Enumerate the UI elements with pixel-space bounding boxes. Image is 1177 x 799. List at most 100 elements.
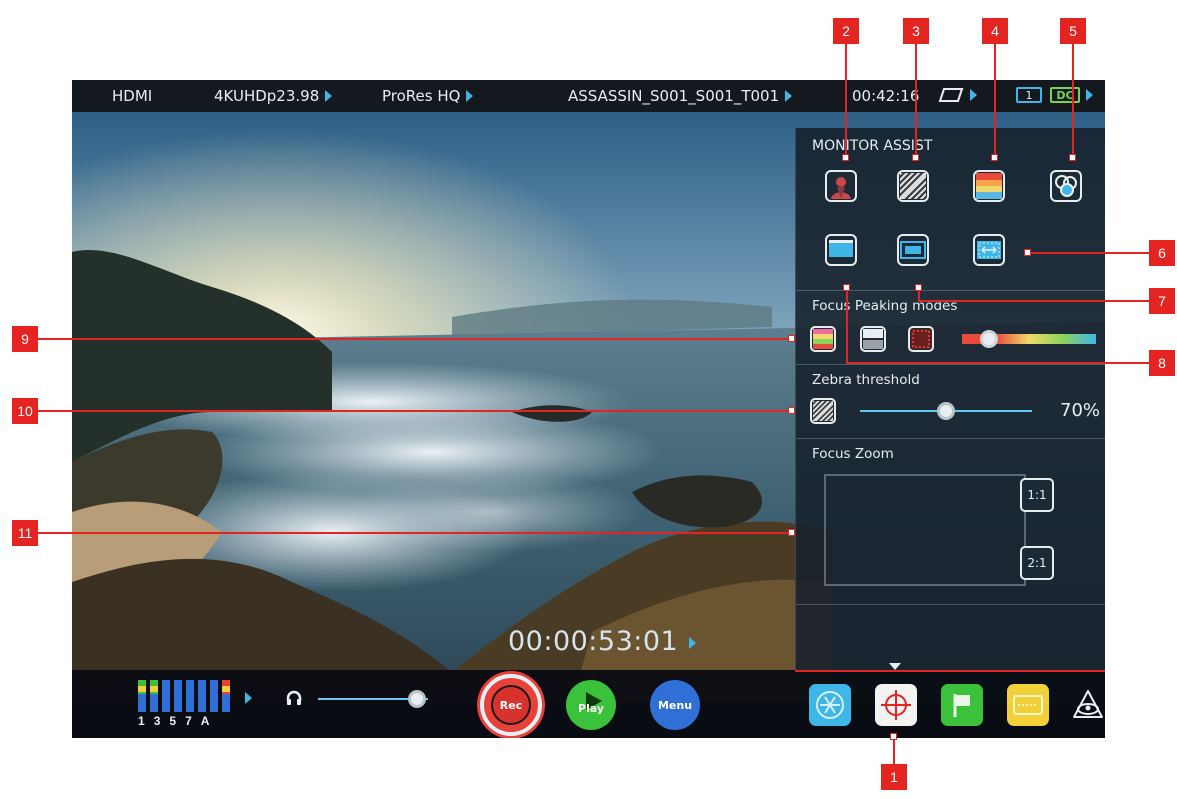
callout-anchor	[1024, 249, 1031, 256]
color-channels-button[interactable]	[1050, 170, 1082, 202]
input-source[interactable]: HDMI	[112, 87, 152, 105]
zebra-threshold-slider[interactable]	[860, 402, 1032, 420]
input-settings-icon	[816, 691, 844, 719]
color-channels-icon	[1055, 175, 1077, 197]
callout-anchor	[890, 733, 897, 740]
callout-5: 5	[1060, 18, 1086, 44]
clip-name[interactable]: ASSASSIN_S001_S001_T001	[568, 87, 793, 105]
zoom-1to1-button[interactable]: 1:1	[1020, 478, 1054, 512]
callout-4: 4	[982, 18, 1008, 44]
panel-active-arrow	[889, 663, 901, 670]
focus-peaking-button[interactable]	[973, 170, 1005, 202]
audio-meter-bar	[174, 680, 182, 712]
chevron-right-icon	[970, 89, 977, 101]
zebra-title: Zebra threshold	[812, 372, 920, 388]
audio-meter-mid	[150, 686, 158, 692]
divider	[796, 604, 1105, 605]
peaking-colors-icon	[976, 173, 1002, 199]
callout-6: 6	[1149, 240, 1175, 266]
audio-meter-bar	[186, 680, 194, 712]
monitor-assist-panel: MONITOR ASSIST Focus Peaking modes Zebra…	[795, 128, 1105, 670]
callout-anchor	[912, 154, 919, 161]
play-button[interactable]: Play	[566, 680, 616, 730]
zebra-button[interactable]	[897, 170, 929, 202]
atomos-logo-icon	[1073, 690, 1103, 718]
chevron-right-icon	[689, 636, 697, 649]
zebra-value: 70%	[1060, 400, 1101, 421]
tag-button[interactable]	[941, 684, 983, 726]
video-format[interactable]: 4KUHDp23.98	[214, 87, 333, 105]
callout-line	[994, 44, 996, 156]
audio-levels-icon	[138, 680, 230, 712]
monitor-screen: HDMI 4KUHDp23.98 ProRes HQ ASSASSIN_S001…	[72, 80, 1105, 738]
focus-zoom-title: Focus Zoom	[812, 446, 894, 462]
codec[interactable]: ProRes HQ	[382, 87, 474, 105]
safe-area-button[interactable]	[897, 234, 929, 266]
brand-logo	[1067, 684, 1105, 726]
audio-meter-mid	[222, 686, 230, 692]
callout-9: 9	[12, 326, 38, 352]
peaking-slider-thumb[interactable]	[979, 330, 998, 348]
film-icon	[1013, 695, 1043, 715]
audio-meters[interactable]: 1 3 5 7 A	[134, 678, 238, 734]
focus-zoom-area[interactable]	[824, 474, 1026, 586]
callout-3: 3	[903, 18, 929, 44]
flag-icon	[953, 694, 970, 717]
audio-channel-labels: 1 3 5 7 A	[138, 714, 210, 728]
callout-line	[1072, 44, 1074, 156]
audio-meter-mid	[138, 686, 146, 692]
frame-stretch-icon	[977, 241, 1001, 259]
callout-anchor	[788, 529, 795, 536]
volume-slider-thumb[interactable]	[408, 690, 426, 708]
zebra-stripes-icon	[813, 401, 833, 421]
callout-8: 8	[1149, 350, 1175, 376]
callout-line	[846, 288, 848, 363]
callout-10: 10	[12, 398, 38, 424]
peaking-color-button[interactable]	[810, 326, 836, 352]
headphones-icon[interactable]	[286, 690, 302, 706]
menu-button[interactable]: Menu	[650, 680, 700, 730]
peaking-mono-button[interactable]	[860, 326, 886, 352]
zoom-2to1-button[interactable]: 2:1	[1020, 546, 1054, 580]
callout-anchor	[843, 284, 850, 291]
anamorphic-desqueeze-button[interactable]	[825, 234, 857, 266]
callout-1: 1	[881, 764, 907, 790]
panel-active-indicator	[795, 670, 1105, 672]
status-bar: HDMI 4KUHDp23.98 ProRes HQ ASSASSIN_S001…	[72, 80, 1105, 112]
false-colour-button[interactable]	[825, 170, 857, 202]
timecode[interactable]: 00:00:53:01	[508, 626, 697, 657]
audio-meter-bar	[162, 680, 170, 712]
safe-area-icon	[900, 241, 926, 259]
playlist-button[interactable]	[1007, 684, 1049, 726]
power-status[interactable]: 1 DC	[1016, 87, 1093, 103]
peaking-level-slider[interactable]	[962, 330, 1096, 348]
callout-anchor	[788, 407, 795, 414]
callout-anchor	[788, 335, 795, 342]
peaking-outline-button[interactable]	[908, 326, 934, 352]
record-dot: Rec	[491, 685, 531, 725]
callout-7: 7	[1149, 288, 1175, 314]
callout-anchor	[991, 154, 998, 161]
zebra-stripes-icon	[900, 173, 926, 199]
peaking-outline-icon	[911, 329, 931, 349]
disk-status[interactable]	[938, 87, 977, 103]
dc-power-icon: DC	[1050, 87, 1080, 103]
crosshair-icon	[881, 690, 911, 720]
callout-line	[38, 532, 790, 534]
zebra-toggle-button[interactable]	[810, 398, 836, 424]
peaking-mono-icon	[863, 329, 883, 349]
zebra-slider-thumb[interactable]	[937, 402, 955, 420]
record-button[interactable]: Rec	[480, 674, 542, 736]
chevron-right-icon	[1086, 89, 1093, 101]
callout-line	[38, 338, 790, 340]
input-settings-button[interactable]	[809, 684, 851, 726]
battery-icon: 1	[1016, 87, 1042, 103]
monitor-assist-button[interactable]	[875, 684, 917, 726]
divider	[796, 438, 1105, 439]
frame-guide-button[interactable]	[973, 234, 1005, 266]
manual-figure: HDMI 4KUHDp23.98 ProRes HQ ASSASSIN_S001…	[0, 0, 1177, 799]
headphone-volume-slider[interactable]	[318, 690, 438, 708]
frame-guides-icon	[829, 240, 853, 257]
callout-2: 2	[833, 18, 859, 44]
callout-line	[893, 738, 895, 764]
